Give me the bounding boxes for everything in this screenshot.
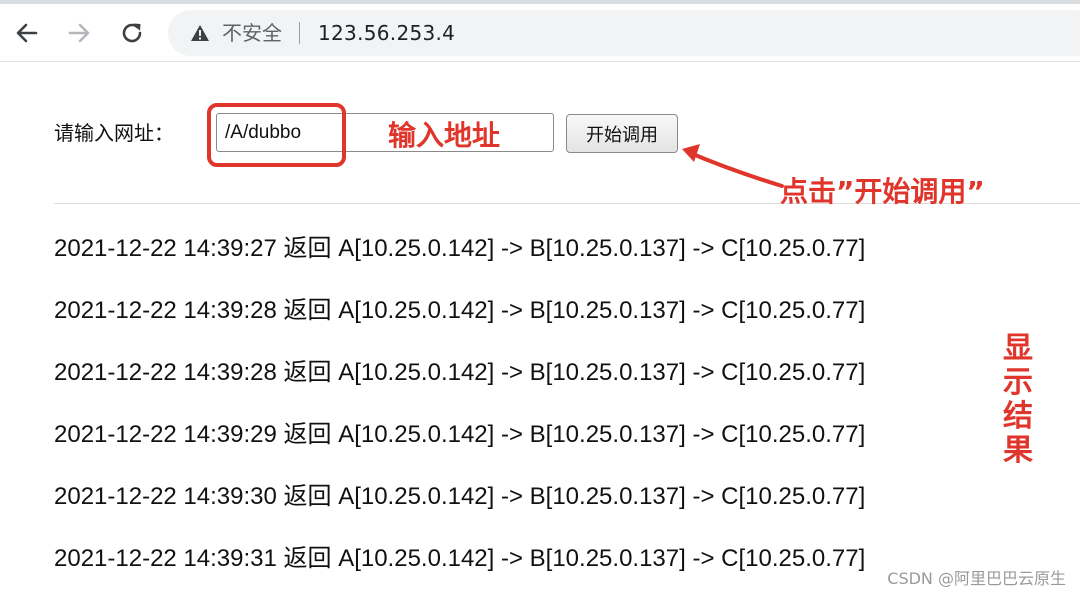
- result-annotation: 显示结果: [1003, 331, 1033, 468]
- input-highlight-box: [207, 103, 346, 167]
- result-row: 2021-12-22 14:39:28 返回 A[10.25.0.142] ->…: [54, 297, 866, 324]
- input-annotation: 输入地址: [388, 119, 501, 152]
- address-bar-divider: [299, 22, 300, 44]
- security-status-label[interactable]: 不安全: [222, 21, 282, 45]
- reload-button[interactable]: [117, 18, 147, 48]
- address-url[interactable]: 123.56.253.4: [318, 21, 455, 45]
- click-annotation: 点击”开始调用”: [780, 175, 985, 208]
- browser-toolbar: 不安全 123.56.253.4: [0, 4, 1080, 62]
- reload-icon: [122, 23, 142, 43]
- result-row: 2021-12-22 14:39:29 返回 A[10.25.0.142] ->…: [54, 421, 866, 448]
- address-bar[interactable]: 不安全 123.56.253.4: [168, 10, 1080, 56]
- result-list: 2021-12-22 14:39:27 返回 A[10.25.0.142] ->…: [54, 229, 865, 597]
- forward-arrow-icon: [68, 23, 90, 43]
- back-arrow-icon: [16, 23, 38, 43]
- result-row: 2021-12-22 14:39:27 返回 A[10.25.0.142] ->…: [54, 235, 866, 262]
- result-row: 2021-12-22 14:39:30 返回 A[10.25.0.142] ->…: [54, 483, 866, 510]
- url-form-label: 请输入网址：: [54, 121, 174, 145]
- csdn-watermark: CSDN @阿里巴巴云原生: [887, 569, 1066, 588]
- forward-button[interactable]: [64, 18, 94, 48]
- result-row: 2021-12-22 14:39:28 返回 A[10.25.0.142] ->…: [54, 359, 866, 386]
- result-row: 2021-12-22 14:39:31 返回 A[10.25.0.142] ->…: [54, 545, 866, 572]
- back-button[interactable]: [12, 18, 42, 48]
- annotation-arrow-icon: [682, 144, 784, 188]
- warning-triangle-icon: [191, 25, 209, 41]
